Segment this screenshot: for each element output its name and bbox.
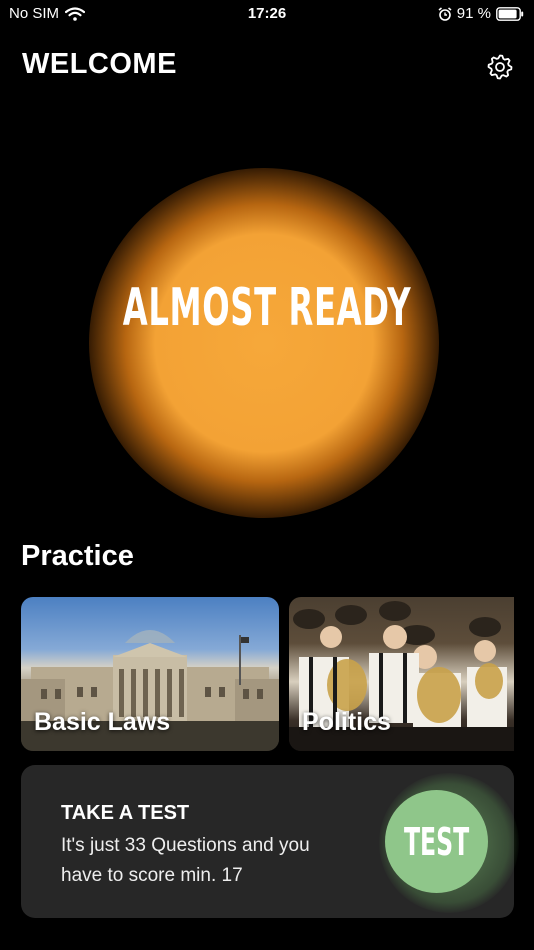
status-right: 91 %	[438, 5, 524, 22]
test-heading: TAKE A TEST	[61, 802, 190, 824]
hero-text: ALMOST READY	[122, 278, 412, 338]
gear-icon[interactable]	[487, 54, 513, 80]
test-button-label: TEST	[403, 819, 470, 864]
card-label-basic-laws: Basic Laws	[34, 708, 171, 736]
battery-icon	[496, 6, 524, 21]
test-card[interactable]: TAKE A TEST It's just 33 Questions and y…	[21, 765, 519, 918]
practice-title: Practice	[21, 540, 134, 572]
battery-percent: 91 %	[456, 5, 491, 22]
test-description: It's just 33 Questions and you have to s…	[61, 835, 310, 886]
practice-card-basic-laws[interactable]: Basic Laws	[21, 597, 279, 751]
page-title: WELCOME	[22, 48, 177, 80]
hero-glow	[89, 168, 439, 518]
card-label-politics: Politics	[302, 708, 391, 736]
practice-card-politics[interactable]: Politics	[289, 597, 514, 751]
status-bar: No SIM 17:26 91 %	[0, 0, 534, 30]
alarm-icon	[438, 6, 452, 21]
test-button[interactable]: TEST	[385, 790, 488, 893]
